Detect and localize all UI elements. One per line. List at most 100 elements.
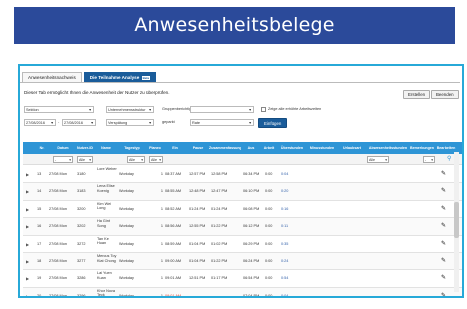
date-separator: -: [58, 120, 60, 124]
grid-filter-row: - ▾ Alle ▾ Alle ▾ Alle ▾ Alle ▾ - ▾ ⚲: [23, 154, 462, 165]
groups-select[interactable]: ▾: [190, 106, 254, 113]
chevron-down-icon: ▾: [51, 121, 53, 125]
edit-pencil-icon[interactable]: ✎: [441, 187, 446, 194]
cell-summary: 12:47 PM: [211, 189, 228, 194]
date-from-select[interactable]: 27/08/2016 ▾: [24, 119, 56, 126]
cell-plan: 1: [160, 172, 163, 176]
edit-pencil-icon[interactable]: ✎: [441, 292, 446, 296]
cell-plan: 1: [160, 241, 163, 246]
header-plan[interactable]: Planeo: [147, 142, 163, 154]
cell-name: Khor Nova Teck: [97, 288, 115, 298]
sort-select[interactable]: Rate ▾: [190, 119, 254, 126]
table-row[interactable]: ▶ 19 27/08 Mon 3286 Lai Yuen Kuan Workday 1 09:…: [23, 270, 462, 288]
search-icon[interactable]: ⚲: [447, 156, 451, 163]
cell-pause: 01:04 PM: [189, 259, 206, 263]
cell-in: 08:55 AM: [165, 189, 182, 194]
edit-pencil-icon[interactable]: ✎: [441, 274, 446, 281]
cell-name: Lai Yuen Kuan: [97, 271, 112, 280]
cell-plan: 1: [160, 189, 163, 194]
edit-pencil-icon[interactable]: ✎: [441, 170, 446, 177]
header-overtime[interactable]: Überstunden: [277, 142, 307, 154]
cell-summary: 01:22 PM: [211, 224, 228, 229]
cell-plan: 1: [160, 293, 163, 298]
chevron-down-icon: ▾: [141, 158, 143, 162]
cell-work: 0:00: [265, 224, 273, 229]
header-work[interactable]: Arbeit: [261, 142, 277, 154]
header-out[interactable]: Aus: [241, 142, 261, 154]
expand-row-icon[interactable]: ▶: [26, 276, 29, 281]
cell-summary: 01:02 PM: [211, 241, 228, 246]
cell-pause: 12:55 PM: [189, 224, 206, 229]
expand-row-icon[interactable]: ▶: [26, 294, 29, 296]
cell-work: 0:00: [265, 259, 273, 263]
table-row[interactable]: ▶ 15 27/08 Mon 3200 Kim Wei Long Workday 1 08:5…: [23, 200, 462, 219]
expand-row-icon[interactable]: ▶: [26, 259, 29, 264]
cell-nr: 20: [37, 293, 42, 298]
cell-name: Lore Weber: [97, 167, 117, 171]
header-date[interactable]: Datum: [51, 142, 75, 154]
cell-out: 07:04 PM: [243, 293, 260, 298]
submit-button[interactable]: Einfügen: [258, 118, 288, 128]
date-to-select[interactable]: 27/08/2016 ▾: [62, 119, 96, 126]
edit-pencil-icon[interactable]: ✎: [441, 257, 446, 264]
cell-over: 0:04: [281, 172, 289, 176]
header-pause[interactable]: Pause: [187, 142, 209, 154]
expand-row-icon[interactable]: ▶: [26, 242, 29, 247]
header-daytype[interactable]: Tagestyp: [117, 142, 147, 154]
cell-over: 0:24: [281, 259, 289, 263]
structure-select[interactable]: Unternehmensstruktur ▾: [106, 106, 154, 113]
daytype-filter-select[interactable]: Alle ▾: [127, 156, 145, 163]
chevron-down-icon: ▾: [249, 108, 251, 112]
header-minus[interactable]: Minusstunden: [307, 142, 337, 154]
header-name[interactable]: Name: [95, 142, 117, 154]
plan-filter-select[interactable]: Alle ▾: [149, 156, 163, 163]
header-remarks[interactable]: Bemerkungen: [409, 142, 435, 154]
cell-over: 0:20: [281, 189, 289, 194]
expand-row-icon[interactable]: ▶: [26, 189, 29, 194]
remarks-filter-select[interactable]: - ▾: [423, 156, 435, 163]
header-leave-type[interactable]: Urlaubsart: [337, 142, 367, 154]
header-absence[interactable]: Abwesenheitsstunden: [367, 142, 409, 154]
finish-button[interactable]: Beenden: [431, 90, 459, 99]
cell-out: 06:24 PM: [243, 259, 260, 263]
table-row[interactable]: ▶ 20 27/08 Mon 3296 Khor Nova Teck Workday 1 09…: [23, 287, 462, 298]
header-user-id[interactable]: Nutzer-ID: [75, 142, 95, 154]
cell-in: 08:59 AM: [165, 241, 182, 246]
expand-row-icon[interactable]: ▶: [26, 224, 29, 229]
table-row[interactable]: ▶ 16 27/08 Mon 3202 Ha Gint Song Workday 1 08:5…: [23, 218, 462, 236]
edit-pencil-icon[interactable]: ✎: [441, 240, 446, 247]
cell-work: 0:00: [265, 189, 273, 194]
edit-pencil-icon[interactable]: ✎: [441, 205, 446, 212]
vertical-scrollbar[interactable]: [454, 152, 459, 292]
cell-nr: 15: [37, 206, 42, 211]
table-row[interactable]: ▶ 13 27/08 Mon 3180 Lore Weber Workday 1 08:37 …: [23, 166, 462, 184]
header-in[interactable]: Ein: [163, 142, 187, 154]
type-select[interactable]: Verspätung ▾: [106, 119, 154, 126]
show-all-checkbox[interactable]: [261, 107, 266, 112]
scrollbar-thumb[interactable]: [454, 202, 459, 238]
beta-badge: Beta: [141, 76, 151, 80]
cell-work: 0:00: [265, 276, 273, 281]
cell-plan: 1: [160, 276, 163, 281]
header-summary[interactable]: Zusammenfassung: [209, 142, 241, 154]
cell-over: 0:16: [281, 206, 289, 211]
cell-uid: 3200: [77, 206, 86, 211]
table-row[interactable]: ▶ 14 27/08 Mon 3183 Lena Elise Koenig Workday…: [23, 183, 462, 201]
edit-pencil-icon[interactable]: ✎: [441, 222, 446, 229]
cell-pause: 01:04 PM: [189, 241, 206, 246]
section-select[interactable]: Sektion ▾: [24, 106, 94, 113]
date-filter-select[interactable]: - ▾: [53, 156, 73, 163]
show-all-label: Zeige alle erhöhte Arbeitszeiten: [268, 107, 322, 111]
create-button[interactable]: Erstellen: [403, 90, 431, 99]
leave-filter-select[interactable]: Alle ▾: [367, 156, 389, 163]
cell-pause: 01:24 PM: [189, 206, 206, 211]
cell-out: 06:34 PM: [243, 172, 260, 176]
expand-row-icon[interactable]: ▶: [26, 172, 29, 177]
expand-row-icon[interactable]: ▶: [26, 207, 29, 212]
user-filter-select[interactable]: Alle ▾: [77, 156, 93, 163]
header-nr[interactable]: Nr.: [33, 142, 51, 154]
table-row[interactable]: ▶ 18 27/08 Mon 3277 Mercus Toy Kiat Chong Wor…: [23, 253, 462, 271]
cell-uid: 3272: [77, 241, 86, 246]
cell-in: 08:52 AM: [165, 206, 182, 211]
table-row[interactable]: ▶ 17 27/08 Mon 3272 Tan Ke Huan Workday 1 08:59…: [23, 235, 462, 253]
